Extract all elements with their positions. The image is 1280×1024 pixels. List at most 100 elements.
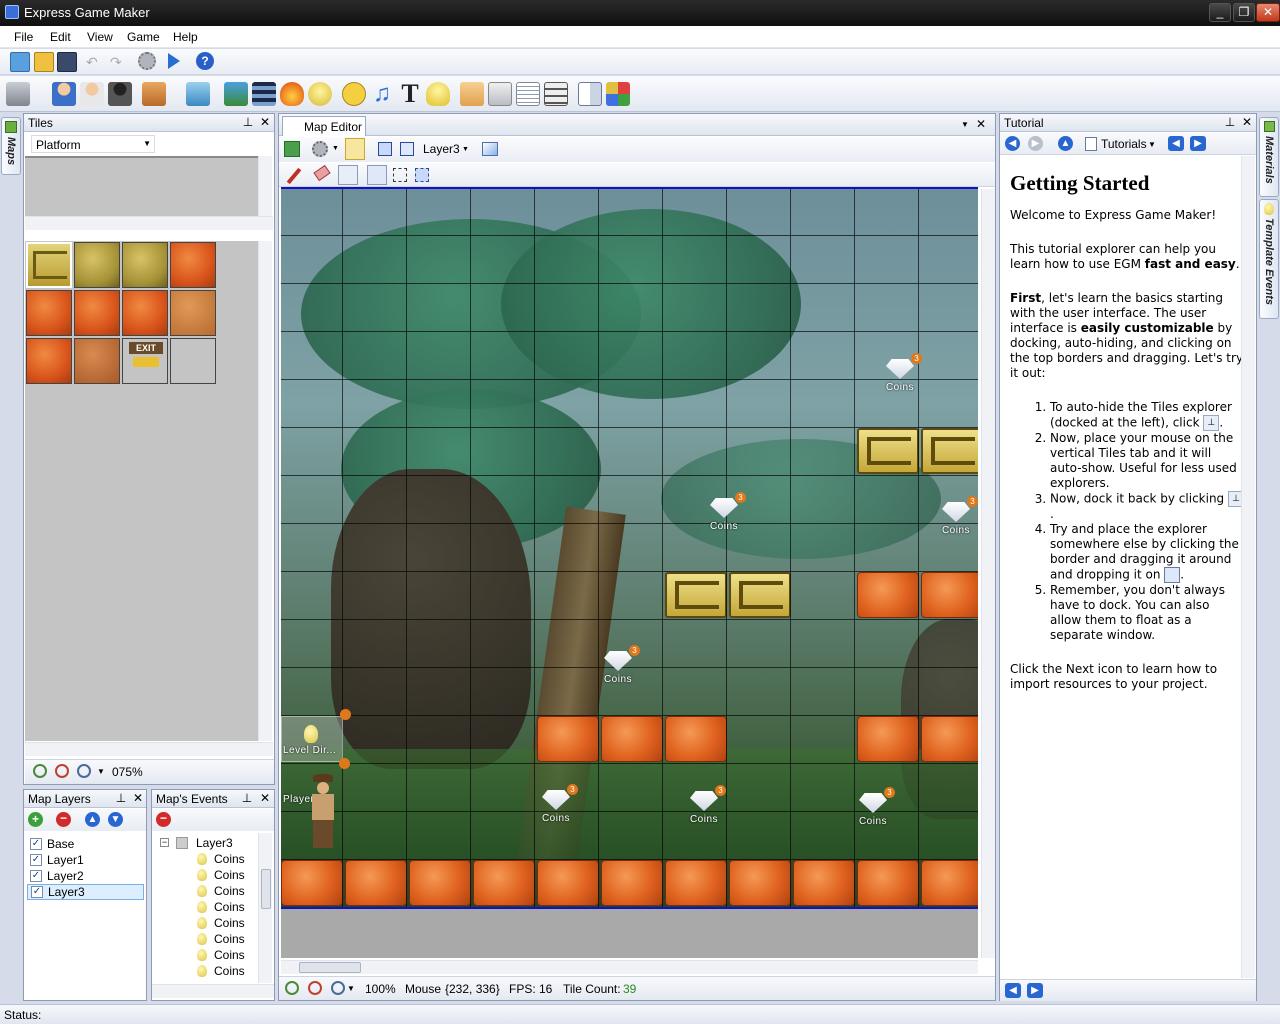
close-icon[interactable]: ✕: [258, 791, 272, 805]
layer-checkbox[interactable]: ✓: [30, 838, 42, 850]
database-icon[interactable]: [6, 82, 30, 106]
redo-icon[interactable]: ↷: [110, 54, 126, 70]
layer-select[interactable]: Layer3: [423, 142, 460, 156]
move-down-icon[interactable]: ▼: [108, 812, 123, 827]
scroll-thumb[interactable]: [299, 962, 361, 973]
chevron-down-icon[interactable]: ▼: [332, 145, 339, 152]
settings-gear-icon[interactable]: [138, 52, 156, 70]
palette-icon[interactable]: [606, 82, 630, 106]
new-project-icon[interactable]: [10, 52, 30, 72]
variables-icon[interactable]: [460, 82, 484, 106]
eraser-icon[interactable]: [313, 164, 331, 182]
tileset-preview-vscrollbar[interactable]: [258, 156, 272, 216]
tree-item[interactable]: Coins: [152, 867, 258, 883]
coin-event[interactable]: 3 Coins: [851, 787, 895, 833]
template-events-side-tab[interactable]: Template Events: [1259, 199, 1279, 319]
music-icon[interactable]: ♫: [370, 82, 394, 106]
tile-brick-1[interactable]: [170, 242, 216, 288]
tile-glyph-block[interactable]: [26, 242, 72, 288]
level-director-event[interactable]: Level Dir...: [281, 709, 351, 762]
coin-event[interactable]: 3 Coins: [596, 645, 640, 691]
speech-bubble-icon[interactable]: [342, 82, 366, 106]
close-icon[interactable]: ✕: [1240, 115, 1254, 129]
menu-file[interactable]: File: [14, 30, 33, 44]
actor-icon[interactable]: [52, 82, 76, 106]
list-item[interactable]: ✓ Layer1: [24, 852, 144, 868]
tileset-preview-hscrollbar[interactable]: [25, 216, 273, 230]
close-button[interactable]: ✕: [1256, 3, 1280, 22]
layer-checkbox[interactable]: ✓: [30, 870, 42, 882]
table-icon[interactable]: [544, 82, 568, 106]
chevron-down-icon[interactable]: ▼: [961, 120, 969, 129]
zoom-select-icon[interactable]: [77, 764, 91, 778]
map-vscrollbar[interactable]: [981, 189, 995, 958]
move-up-icon[interactable]: ▲: [85, 812, 100, 827]
pointer-icon[interactable]: [367, 165, 387, 185]
player-event[interactable]: Player: [281, 758, 350, 860]
tile-stone-2[interactable]: [122, 242, 168, 288]
fire-effect-icon[interactable]: [280, 82, 304, 106]
layer-all-icon[interactable]: [400, 142, 414, 156]
events-hscrollbar[interactable]: [152, 984, 274, 998]
chevron-down-icon[interactable]: ▼: [1148, 140, 1156, 149]
previous-page-icon[interactable]: ◀: [1168, 136, 1184, 151]
close-icon[interactable]: ✕: [976, 117, 986, 131]
pencil-icon[interactable]: [286, 167, 302, 185]
tab-map-editor[interactable]: Map Editor: [282, 116, 366, 136]
tree-item[interactable]: Coins: [152, 851, 258, 867]
tile-brick-4[interactable]: [122, 290, 168, 336]
pin-icon[interactable]: ⊥: [114, 791, 128, 805]
gear-icon[interactable]: [312, 141, 328, 157]
layer-checkbox[interactable]: ✓: [30, 854, 42, 866]
zoom-out-icon[interactable]: [55, 764, 69, 778]
light-bulb-script-icon[interactable]: [308, 82, 332, 106]
layout-icon[interactable]: [578, 82, 602, 106]
tile-brick-6[interactable]: [26, 338, 72, 384]
region-select-icon[interactable]: [415, 168, 429, 182]
up-icon[interactable]: ▲: [1058, 136, 1073, 151]
next-page-icon[interactable]: ▶: [1027, 983, 1043, 998]
enemy-icon[interactable]: [108, 82, 132, 106]
map-canvas[interactable]: 3 Coins 3 Coins 3 Coins 3 Coins 3 Coins 3 Coin…: [281, 189, 978, 908]
zoom-in-icon[interactable]: [285, 981, 299, 995]
tree-item[interactable]: Coins: [152, 915, 258, 931]
tile-brick-3[interactable]: [74, 290, 120, 336]
next-page-icon[interactable]: ▶: [1190, 136, 1206, 151]
save-icon[interactable]: [57, 52, 77, 72]
maximize-button[interactable]: ❐: [1233, 3, 1255, 22]
add-layer-icon[interactable]: +: [28, 812, 43, 827]
tutorials-select[interactable]: Tutorials: [1101, 137, 1147, 151]
pin-icon[interactable]: ⊥: [1223, 115, 1237, 129]
list-item-selected[interactable]: ✓ Layer3: [27, 884, 144, 900]
tile-palette-vscrollbar[interactable]: [258, 241, 272, 741]
tree-item[interactable]: Coins: [152, 931, 258, 947]
menu-game[interactable]: Game: [127, 30, 160, 44]
close-icon[interactable]: ✕: [131, 791, 145, 805]
zoom-out-icon[interactable]: [308, 981, 322, 995]
play-icon[interactable]: [168, 53, 180, 69]
npc-icon[interactable]: [80, 82, 104, 106]
film-icon[interactable]: [252, 82, 276, 106]
back-icon[interactable]: ◀: [1005, 136, 1020, 151]
zoom-dropdown-icon[interactable]: ▼: [347, 984, 355, 993]
close-icon[interactable]: ✕: [258, 115, 272, 129]
layer-view-icon[interactable]: [378, 142, 392, 156]
coin-event[interactable]: 3 Coins: [534, 784, 578, 830]
light-bulb-icon[interactable]: [345, 138, 365, 160]
scroll-thumb[interactable]: [261, 869, 271, 909]
tutorial-vscrollbar[interactable]: [1241, 156, 1255, 978]
maps-side-tab[interactable]: Maps: [1, 117, 21, 175]
zoom-dropdown-icon[interactable]: ▼: [97, 767, 105, 776]
tile-brick-5[interactable]: [170, 290, 216, 336]
list-item[interactable]: ✓ Layer2: [24, 868, 144, 884]
collapse-icon[interactable]: −: [160, 838, 169, 847]
menu-edit[interactable]: Edit: [50, 30, 71, 44]
help-icon[interactable]: ?: [196, 52, 214, 70]
coin-event[interactable]: 3 Coins: [702, 492, 746, 538]
hint-bulb-icon[interactable]: [426, 82, 450, 106]
switch-icon[interactable]: [488, 82, 512, 106]
materials-side-tab[interactable]: Materials: [1259, 117, 1279, 197]
coin-event[interactable]: 3 Coins: [934, 496, 978, 542]
undo-icon[interactable]: ↶: [86, 54, 102, 70]
list-item[interactable]: ✓ Base: [24, 836, 144, 852]
